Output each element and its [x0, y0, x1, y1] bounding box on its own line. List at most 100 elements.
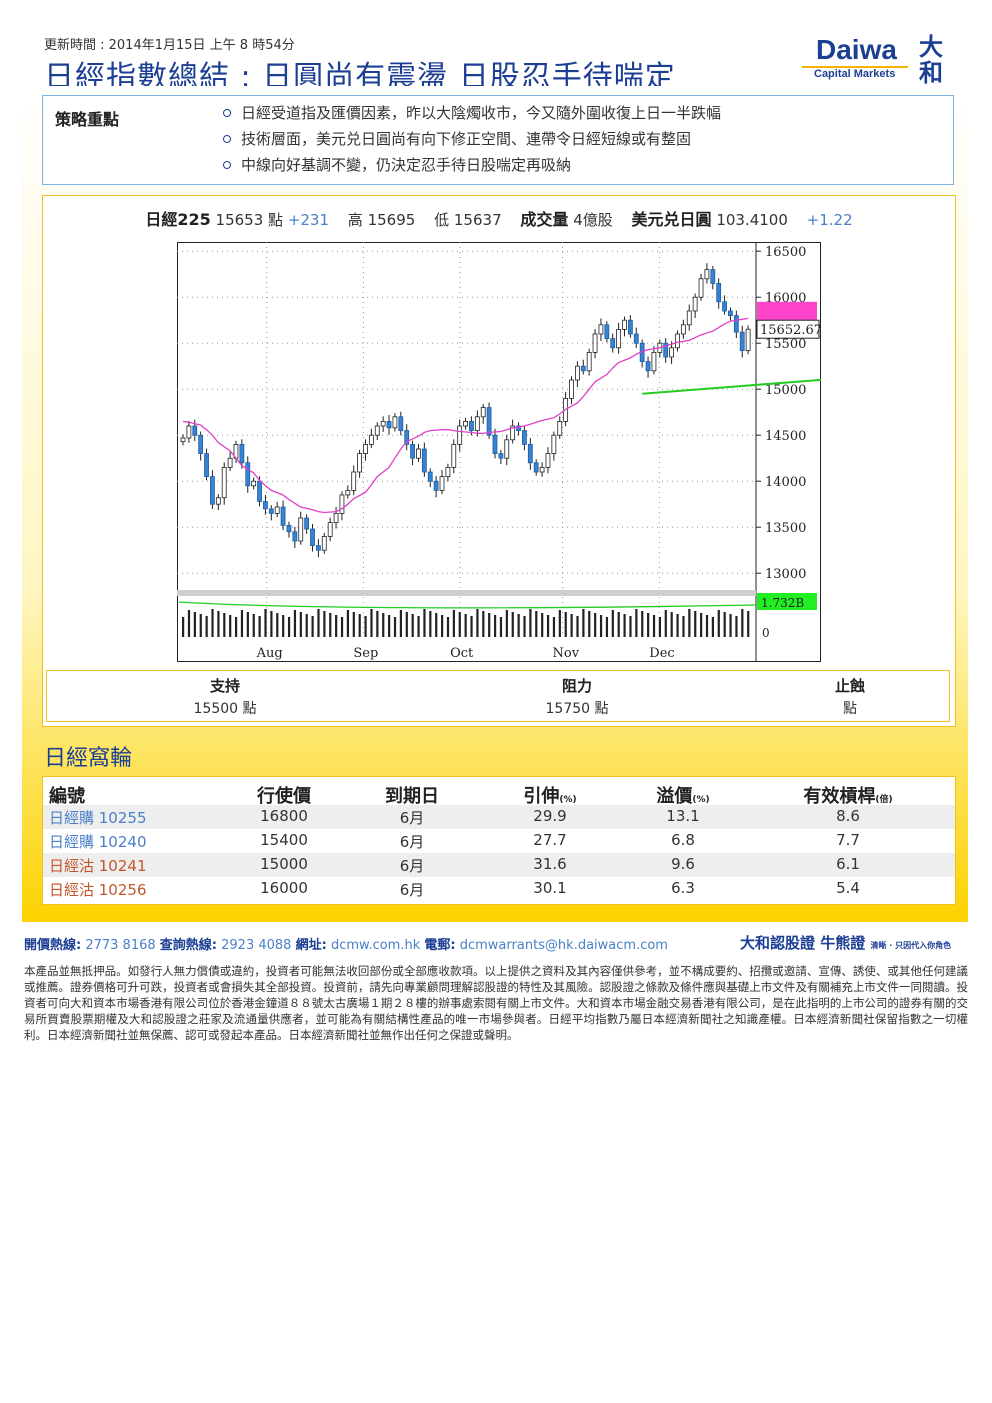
candle-body — [245, 462, 251, 487]
candle-body — [569, 379, 574, 399]
volume-bar — [694, 611, 697, 637]
volume-bar — [505, 610, 508, 637]
volume-bar — [223, 613, 226, 637]
candle-body — [504, 439, 510, 459]
footer-brand: 大和認股證 牛熊證 清晰 · 只因代入你角色 — [740, 932, 951, 953]
table-row[interactable]: 日經沽 10256 16000 6月 30.1 6.3 5.4 — [43, 877, 955, 901]
volume-bar — [541, 613, 544, 637]
volume-bar — [411, 614, 414, 637]
candle-body — [710, 269, 716, 284]
volume-bar — [217, 611, 220, 637]
volume-bar — [499, 617, 503, 637]
candle-body — [645, 361, 651, 372]
expiry: 6月 — [399, 857, 425, 875]
candle-body — [268, 508, 274, 514]
warrants-title: 日經窩輪 — [44, 746, 133, 771]
warrant-code[interactable]: 日經沽 10241 — [49, 855, 147, 876]
volume-bar — [417, 616, 420, 637]
volume-bar — [399, 610, 403, 637]
volume-bar — [323, 611, 326, 637]
candle-body — [669, 347, 674, 358]
resistance-value: 15750 點 — [545, 701, 609, 717]
candle-body — [539, 466, 545, 473]
volume-bar — [199, 614, 202, 637]
candle-body — [545, 453, 551, 468]
candle-body — [680, 324, 686, 335]
candle-body — [451, 443, 457, 468]
bullet-icon — [223, 135, 231, 143]
volume-value: 4億股 — [573, 211, 613, 229]
volume-bar — [735, 616, 738, 637]
volume-bar — [340, 617, 344, 637]
col-header-gearing-text: 有效槓桿 — [803, 786, 876, 807]
volume-bar — [293, 610, 297, 637]
candle-body — [739, 331, 745, 351]
candle-body — [180, 437, 186, 443]
candle-body — [263, 501, 268, 510]
volume-bar — [711, 617, 714, 637]
volume-bar — [552, 617, 556, 637]
volume-bar — [464, 614, 467, 637]
resistance-header: 阻力 — [561, 677, 593, 695]
volume-bar — [205, 616, 208, 637]
y-tick-label: 15000 — [765, 383, 806, 398]
candle-body — [692, 296, 698, 312]
website-link[interactable]: dcmw.com.hk — [331, 938, 420, 953]
candle-body — [186, 425, 192, 439]
index-change: +231 — [287, 211, 330, 229]
stoploss-value: 點 — [843, 701, 857, 717]
volume-bar — [441, 615, 444, 637]
low-label: 低 — [434, 211, 450, 229]
high-value: 15695 — [367, 211, 416, 229]
warrant-code[interactable]: 日經購 10255 — [49, 807, 147, 828]
candle-body — [622, 319, 627, 330]
volume-bar — [623, 614, 626, 637]
volume-bar — [305, 614, 308, 637]
volume-bar — [482, 611, 485, 637]
candle-body — [616, 329, 622, 349]
volume-bar — [476, 609, 479, 637]
volume-bar — [529, 609, 532, 637]
warrant-code[interactable]: 日經購 10240 — [49, 831, 147, 852]
candle-body — [221, 466, 227, 499]
volume-label: 1.732B — [761, 596, 804, 610]
strike-price: 15000 — [260, 855, 308, 873]
table-row[interactable]: 日經購 10255 16800 6月 29.9 13.1 8.6 — [43, 805, 955, 829]
volume-bar — [729, 614, 732, 637]
x-tick-label: Sep — [353, 646, 378, 661]
volume-bar — [388, 615, 391, 637]
query-number[interactable]: 2923 4088 — [221, 938, 291, 953]
email-link[interactable]: dcmwarrants@hk.daiwacm.com — [460, 938, 668, 953]
candle-body — [333, 512, 339, 523]
volume-bar — [329, 613, 332, 637]
volume-bar — [582, 609, 585, 637]
warrant-code[interactable]: 日經沽 10256 — [49, 879, 147, 900]
volume-bar — [470, 616, 473, 637]
volume-bar — [240, 610, 244, 637]
table-row[interactable]: 日經沽 10241 15000 6月 31.6 9.6 6.1 — [43, 853, 955, 877]
candle-body — [469, 420, 474, 431]
volume-bar — [511, 612, 514, 637]
volume-bar — [193, 612, 196, 637]
premium: 9.6 — [671, 855, 695, 873]
implied-vol: 27.7 — [533, 831, 567, 849]
candle-body — [580, 365, 586, 372]
volume-zero-label: 0 — [762, 626, 770, 640]
volume-bar — [493, 615, 497, 637]
col-header-iv-unit: (%) — [559, 795, 577, 805]
hotline-number[interactable]: 2773 8168 — [85, 938, 155, 953]
volume-bar — [346, 610, 350, 637]
chart-box: 日經225 15653 點 +231 高 15695 低 15637 成交量 4… — [42, 195, 956, 727]
logo-kanji-bottom: 和 — [919, 59, 943, 87]
candle-body — [522, 430, 527, 445]
volume-bar — [317, 609, 320, 637]
candle-body — [410, 443, 415, 459]
strategy-point: 中線向好基調不變，仍決定忍手待日股喘定再吸納 — [223, 152, 721, 178]
table-row[interactable]: 日經購 10240 15400 6月 27.7 6.8 7.7 — [43, 829, 955, 853]
levels-box: 支持 阻力 止蝕 15500 點 15750 點 點 — [46, 670, 950, 722]
candle-body — [363, 443, 368, 454]
warrants-table: 編號 行使價 到期日 引伸(%) 溢價(%) 有效槓桿(倍) 日經購 10255… — [42, 776, 956, 905]
candle-body — [675, 333, 680, 349]
volume-bar — [558, 610, 561, 637]
candle-body — [486, 407, 492, 436]
